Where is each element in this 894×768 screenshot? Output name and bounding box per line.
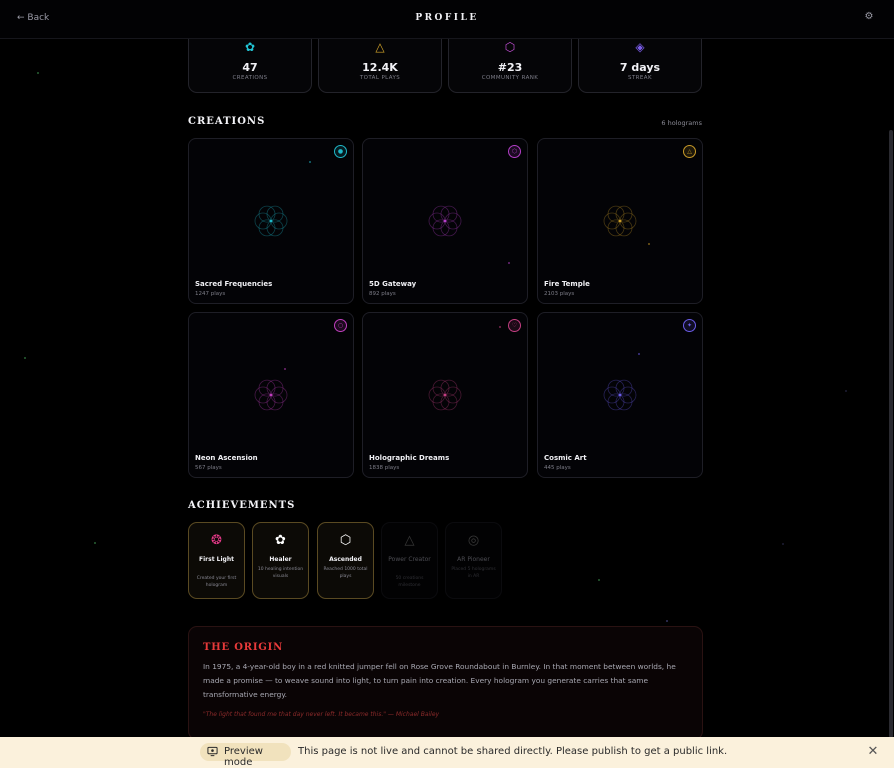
stat-value: 47 bbox=[242, 61, 258, 74]
origin-body: In 1975, a 4-year-old boy in a red knitt… bbox=[203, 662, 676, 699]
creations-heading: CREATIONS bbox=[188, 116, 266, 127]
stat-label: STREAK bbox=[628, 75, 652, 81]
creation-plays: 567 plays bbox=[195, 465, 222, 471]
triangle-icon: △ bbox=[404, 533, 415, 548]
flower-of-life-icon bbox=[254, 205, 288, 237]
close-icon[interactable]: ✕ bbox=[866, 745, 880, 759]
background-star bbox=[845, 390, 847, 392]
achievement-desc: Placed 5 holograms in AR bbox=[451, 567, 496, 579]
achievement-badge[interactable]: ◎ AR Pioneer Placed 5 holograms in AR bbox=[445, 522, 502, 599]
creations-count: 6 holograms bbox=[661, 119, 702, 127]
stat-card-total-plays: △ 12.4K TOTAL PLAYS bbox=[318, 30, 442, 93]
achievements-heading: ACHIEVEMENTS bbox=[188, 500, 296, 511]
background-star bbox=[94, 542, 96, 544]
origin-panel: THE ORIGIN In 1975, a 4-year-old boy in … bbox=[188, 626, 703, 740]
background-star bbox=[782, 543, 784, 545]
background-star bbox=[37, 72, 39, 74]
scrollbar[interactable] bbox=[889, 130, 893, 738]
achievement-badge[interactable]: ✿ Healer 10 healing intention visuals bbox=[252, 522, 309, 599]
stat-value: 12.4K bbox=[362, 61, 398, 74]
creation-plays: 892 plays bbox=[369, 291, 396, 297]
creation-card[interactable]: ✦ Cosmic Art 445 plays bbox=[537, 312, 703, 478]
circle-icon: ● bbox=[334, 145, 347, 158]
creation-plays: 1838 plays bbox=[369, 465, 400, 471]
sparkle-icon: ✦ bbox=[683, 319, 696, 332]
achievement-name: Healer bbox=[269, 556, 292, 563]
achievement-desc: 50 creations milestone bbox=[395, 576, 424, 588]
creation-name: Sacred Frequencies bbox=[195, 280, 273, 288]
hexagon-icon: ⬡ bbox=[504, 40, 516, 54]
sparkle-dot bbox=[284, 368, 286, 370]
achievement-name: Ascended bbox=[329, 556, 362, 563]
page-title: PROFILE bbox=[415, 13, 479, 23]
preview-banner: Preview mode This page is not live and c… bbox=[0, 737, 894, 768]
target-icon: ◎ bbox=[467, 533, 480, 548]
achievement-name: AR Pioneer bbox=[457, 556, 490, 563]
origin-title: THE ORIGIN bbox=[203, 642, 284, 653]
stat-label: TOTAL PLAYS bbox=[359, 75, 401, 81]
gear-icon[interactable]: ⚙ bbox=[862, 11, 876, 25]
diamond-icon: ◈ bbox=[635, 40, 645, 54]
stat-label: CREATIONS bbox=[232, 75, 268, 81]
triangle-icon: △ bbox=[375, 40, 385, 54]
sparkle-dot bbox=[638, 353, 640, 355]
achievement-badge[interactable]: △ Power Creator 50 creations milestone bbox=[381, 522, 438, 599]
creation-card[interactable]: ⬡ 5D Gateway 892 plays bbox=[362, 138, 528, 304]
ring-icon: ○ bbox=[334, 319, 347, 332]
creation-card[interactable]: △ Fire Temple 2103 plays bbox=[537, 138, 703, 304]
creation-plays: 1247 plays bbox=[195, 291, 226, 297]
background-star bbox=[666, 620, 668, 622]
flower-of-life-icon bbox=[428, 379, 462, 411]
stat-card-creations: ✿ 47 CREATIONS bbox=[188, 30, 312, 93]
achievement-desc: 10 healing intention visuals bbox=[257, 567, 304, 579]
triangle-icon: △ bbox=[683, 145, 696, 158]
stat-card-community-rank: ⬡ #23 COMMUNITY RANK bbox=[448, 30, 572, 93]
creation-name: Cosmic Art bbox=[544, 454, 587, 462]
stat-card-streak: ◈ 7 days STREAK bbox=[578, 30, 702, 93]
monitor-icon bbox=[207, 746, 218, 757]
top-bar: ← Back PROFILE ⚙ bbox=[0, 0, 894, 39]
achievement-desc: Reached 1000 total plays bbox=[323, 567, 368, 579]
creation-name: 5D Gateway bbox=[369, 280, 417, 288]
achievement-badge[interactable]: ❂ First Light Created your first hologram bbox=[188, 522, 245, 599]
sparkle-dot bbox=[508, 262, 510, 264]
creation-plays: 2103 plays bbox=[544, 291, 575, 297]
hexagon-icon: ⬡ bbox=[339, 533, 352, 548]
creation-name: Fire Temple bbox=[544, 280, 590, 288]
creation-name: Holographic Dreams bbox=[369, 454, 450, 462]
preview-mode-label: Preview mode bbox=[224, 746, 263, 768]
heart-icon: ♡ bbox=[508, 319, 521, 332]
creation-card[interactable]: ♡ Holographic Dreams 1838 plays bbox=[362, 312, 528, 478]
preview-message: This page is not live and cannot be shar… bbox=[298, 746, 728, 757]
sparkle-dot bbox=[309, 161, 311, 163]
stat-label: COMMUNITY RANK bbox=[481, 75, 539, 81]
background-star bbox=[24, 357, 26, 359]
achievement-desc: Created your first hologram bbox=[196, 576, 237, 588]
flower-icon: ✿ bbox=[275, 533, 286, 548]
flower-of-life-icon bbox=[254, 379, 288, 411]
stat-value: 7 days bbox=[619, 61, 661, 74]
hexagon-icon: ⬡ bbox=[508, 145, 521, 158]
stats-row: ✿ 47 CREATIONS △ 12.4K TOTAL PLAYS ⬡ #23… bbox=[188, 30, 702, 93]
achievement-name: Power Creator bbox=[388, 556, 431, 563]
flower-of-life-icon bbox=[603, 205, 637, 237]
flower-of-life-icon bbox=[603, 379, 637, 411]
flower-of-life-icon bbox=[428, 205, 462, 237]
background-star bbox=[598, 579, 600, 581]
creation-card[interactable]: ○ Neon Ascension 567 plays bbox=[188, 312, 354, 478]
sparkle-dot bbox=[499, 326, 501, 328]
creation-plays: 445 plays bbox=[544, 465, 571, 471]
stat-value: #23 bbox=[497, 61, 523, 74]
preview-mode-pill: Preview mode bbox=[200, 743, 291, 768]
achievement-name: First Light bbox=[199, 556, 234, 563]
flower-icon: ✿ bbox=[244, 40, 256, 54]
brain-icon: ❂ bbox=[211, 533, 222, 548]
creation-card[interactable]: ● Sacred Frequencies 1247 plays bbox=[188, 138, 354, 304]
creation-name: Neon Ascension bbox=[195, 454, 258, 462]
origin-quote: "The light that found me that day never … bbox=[203, 711, 440, 718]
achievement-badge[interactable]: ⬡ Ascended Reached 1000 total plays bbox=[317, 522, 374, 599]
sparkle-dot bbox=[648, 243, 650, 245]
